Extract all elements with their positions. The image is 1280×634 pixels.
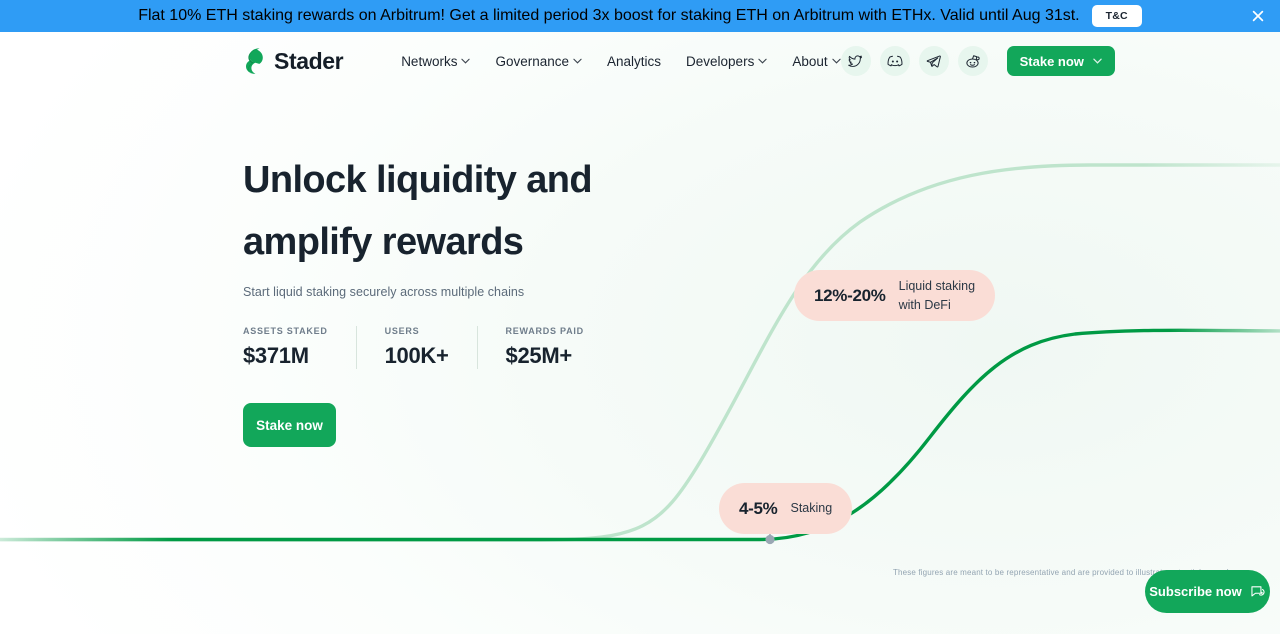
- reddit-icon: [966, 54, 980, 68]
- nav-item-developers[interactable]: Developers: [686, 54, 767, 69]
- callout-value: 4-5%: [739, 498, 778, 518]
- page-canvas: Stader Networks Governance Analytics Dev…: [0, 32, 1280, 634]
- nav-actions: Stake now: [840, 46, 1115, 76]
- callout-label-line-2: with DeFi: [898, 297, 951, 312]
- nav-stake-now-button[interactable]: Stake now: [1006, 46, 1115, 76]
- callout-staking-datapoint: [765, 534, 775, 545]
- chevron-down-icon: [1093, 58, 1102, 64]
- stat-assets-staked: ASSETS STAKED $371M: [243, 326, 356, 369]
- nav-label: Developers: [686, 53, 755, 69]
- nav-label: Governance: [495, 53, 569, 69]
- discord-icon: [887, 55, 903, 66]
- twitter-icon: [848, 54, 863, 67]
- stat-value: $371M: [243, 343, 309, 369]
- chevron-down-icon: [758, 58, 767, 64]
- stat-label: REWARDS PAID: [505, 326, 584, 337]
- nav-item-about[interactable]: About: [792, 53, 841, 69]
- hero-stake-now-button[interactable]: Stake now: [243, 403, 336, 448]
- chevron-down-icon: [573, 58, 582, 64]
- terms-and-conditions-button[interactable]: T&C: [1091, 5, 1142, 27]
- stats-row: ASSETS STAKED $371M USERS 100K+ REWARDS …: [243, 326, 863, 370]
- logo-text: Stader: [274, 47, 344, 74]
- chat-bubble-icon: [1251, 585, 1265, 596]
- hero-title-line-2: amplify rewards: [243, 220, 524, 263]
- close-icon[interactable]: [1250, 8, 1266, 24]
- announcement-text: Flat 10% ETH staking rewards on Arbitrum…: [138, 7, 1080, 24]
- subscribe-label: Subscribe now: [1149, 584, 1242, 599]
- callout-label: Liquid staking with DeFi: [899, 277, 975, 313]
- nav-item-governance[interactable]: Governance: [495, 54, 582, 69]
- nav-label: About: [792, 53, 828, 69]
- stat-users: USERS 100K+: [355, 326, 477, 370]
- hero-subtitle: Start liquid staking securely across mul…: [243, 285, 525, 300]
- callout-label-line-1: Liquid staking: [898, 279, 976, 294]
- nav-item-analytics[interactable]: Analytics: [607, 54, 661, 69]
- stat-label: ASSETS STAKED: [243, 326, 328, 337]
- chart-callout-staking: 4-5% Staking: [719, 483, 853, 534]
- telegram-icon: [926, 55, 941, 67]
- announcement-banner: Flat 10% ETH staking rewards on Arbitrum…: [0, 0, 1280, 32]
- nav-stake-label: Stake now: [1019, 53, 1084, 69]
- telegram-link[interactable]: [918, 46, 949, 76]
- stader-logo-icon: [246, 48, 263, 74]
- page-title: Unlock liquidity and amplify rewards: [243, 150, 863, 273]
- chevron-down-icon: [461, 58, 471, 64]
- twitter-link[interactable]: [840, 46, 871, 76]
- main-navbar: Stader Networks Governance Analytics Dev…: [0, 32, 1280, 90]
- stat-label: USERS: [384, 326, 420, 337]
- reddit-link[interactable]: [957, 46, 988, 76]
- stat-value: $25M+: [505, 343, 573, 369]
- stat-value: 100K+: [384, 343, 449, 369]
- hero-title-line-1: Unlock liquidity and: [243, 159, 593, 201]
- chevron-down-icon: [831, 58, 841, 64]
- hero-section: Unlock liquidity and amplify rewards Sta…: [243, 150, 863, 448]
- callout-label: Staking: [790, 501, 833, 516]
- discord-link[interactable]: [879, 46, 910, 76]
- logo-link[interactable]: Stader: [243, 47, 344, 75]
- nav-label: Networks: [401, 53, 458, 69]
- nav-item-networks[interactable]: Networks: [401, 53, 471, 69]
- subscribe-now-button[interactable]: Subscribe now: [1145, 570, 1270, 613]
- nav-label: Analytics: [607, 53, 662, 69]
- stat-rewards-paid: REWARDS PAID $25M+: [476, 326, 612, 370]
- nav-links: Networks Governance Analytics Developers…: [401, 53, 841, 69]
